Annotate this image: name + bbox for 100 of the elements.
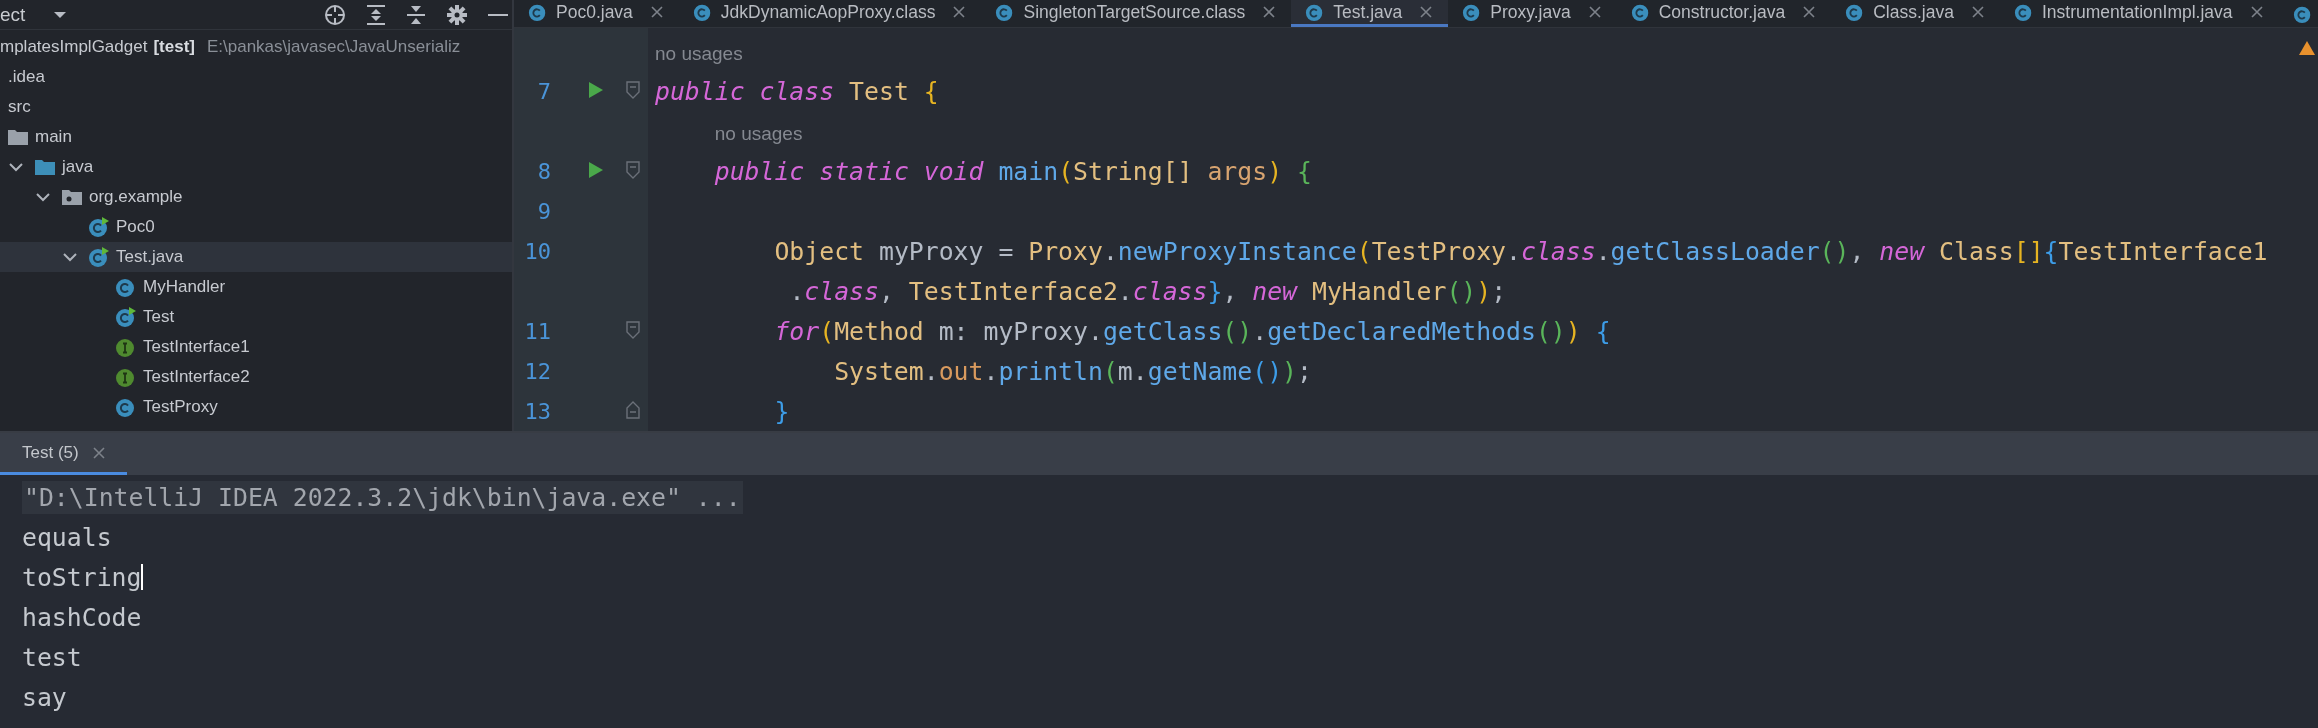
close-icon[interactable] (1420, 6, 1433, 18)
close-icon[interactable] (1588, 6, 1601, 18)
keyword: class (804, 276, 879, 306)
close-icon[interactable] (953, 6, 966, 18)
close-icon[interactable] (1263, 6, 1276, 18)
run-tab[interactable]: Test (5) (0, 433, 127, 475)
text-cursor (141, 564, 144, 590)
chevron-icon[interactable] (8, 162, 24, 172)
bracket: { (1595, 316, 1611, 346)
console-line: say (22, 682, 67, 712)
tree-item[interactable]: TestInterface1 (143, 337, 250, 357)
editor-tab[interactable]: Poc0.java (514, 0, 679, 27)
console-line: hashCode (22, 602, 142, 632)
close-icon[interactable] (650, 6, 663, 18)
keyword: new (1879, 236, 1925, 266)
type-name: Proxy (1028, 236, 1103, 266)
editor-tab[interactable]: JdkDynamicAopProxy.class (678, 0, 982, 27)
type-name: TestProxy (1371, 236, 1507, 266)
tree-item[interactable]: MyHandler (143, 277, 226, 297)
usage-hint[interactable]: no usages (714, 122, 803, 144)
bracket: } (1207, 276, 1223, 306)
type-name: Test (849, 76, 909, 106)
bracket: ) (1267, 156, 1283, 186)
keyword: for (774, 316, 820, 346)
bracket: ( (1058, 156, 1074, 186)
class-icon (528, 2, 548, 22)
console-line: test (22, 642, 82, 672)
type-name: TestInterface1 (2058, 236, 2268, 266)
project-name[interactable]: mplatesImplGadget (0, 37, 148, 57)
keyword: void (923, 156, 984, 186)
line-number: 10 (523, 238, 551, 264)
close-icon[interactable] (1971, 6, 1984, 18)
code-text: . (923, 356, 939, 386)
close-icon[interactable] (92, 446, 105, 459)
class-icon (1630, 2, 1651, 22)
settings-icon[interactable] (446, 3, 468, 26)
panel-title[interactable]: ect (0, 3, 26, 26)
bracket: ) (1282, 356, 1298, 386)
editor-tab[interactable]: Constructor.java (1616, 0, 1832, 27)
type-name: Object (774, 236, 864, 266)
tree-item[interactable]: TestInterface2 (143, 367, 250, 387)
code-text: . (789, 276, 805, 306)
bracket: [] (2013, 236, 2044, 266)
warning-icon[interactable] (2298, 40, 2316, 56)
code-text: , (1849, 236, 1865, 266)
tree-item[interactable]: Test (143, 307, 175, 327)
run-icon[interactable] (588, 81, 604, 99)
line-number: 12 (523, 358, 551, 384)
chevron-icon[interactable] (35, 192, 51, 202)
keyword: class (1132, 276, 1208, 306)
chevron-icon[interactable] (62, 252, 78, 262)
console-line: toString (22, 562, 142, 592)
code-text: . (1595, 236, 1611, 266)
tree-item[interactable]: TestProxy (143, 397, 218, 417)
expand-all-icon[interactable] (366, 3, 386, 26)
tree-item[interactable]: Test.java (116, 247, 184, 267)
code-text: , (878, 276, 894, 306)
fold-icon[interactable] (626, 161, 640, 179)
editor-tab[interactable]: Class.java (1831, 0, 2000, 27)
caret-icon[interactable] (53, 10, 68, 19)
parameter-name: args (1207, 156, 1268, 186)
fold-icon[interactable] (626, 321, 640, 339)
bracket: ( (1356, 236, 1372, 266)
bracket: () (1252, 356, 1283, 386)
tree-item[interactable]: main (35, 127, 72, 147)
class-icon (692, 2, 713, 22)
tree-item[interactable]: src (8, 97, 31, 117)
line-number: 13 (523, 398, 551, 424)
tree-item[interactable]: org.example (89, 187, 183, 207)
bracket: ) (1476, 276, 1492, 306)
line-number: 7 (536, 78, 551, 104)
collapse-all-icon[interactable] (406, 3, 426, 26)
tree-item[interactable]: Poc0 (116, 217, 155, 237)
run-icon[interactable] (588, 161, 604, 179)
usage-hint[interactable]: no usages (655, 42, 743, 64)
line-number: 8 (536, 158, 551, 184)
code-text: . (1102, 236, 1118, 266)
fold-icon[interactable] (626, 81, 640, 99)
code-text: . (1117, 276, 1133, 306)
locate-icon[interactable] (324, 3, 346, 26)
project-path: E:\pankas\javasec\JavaUnserializ (206, 37, 461, 57)
code-text: , (1222, 276, 1238, 306)
tree-item[interactable]: .idea (8, 67, 45, 87)
editor-tab[interactable]: Test.java (1291, 0, 1449, 27)
type-name: System (834, 356, 924, 386)
method-name: getDeclaredMethods (1267, 316, 1536, 346)
tree-item[interactable]: java (62, 157, 94, 177)
editor-tab[interactable]: Proxy.java (1448, 0, 1617, 27)
close-icon[interactable] (1803, 6, 1816, 18)
keyword: class (1521, 236, 1596, 266)
bracket: () (1446, 276, 1477, 306)
close-icon[interactable] (2250, 6, 2263, 18)
bracket: () (1819, 236, 1850, 266)
editor-tab[interactable]: InstrumentationImpl.java (1999, 0, 2279, 27)
code-text: m. (1117, 356, 1148, 386)
fold-icon[interactable] (626, 401, 640, 419)
editor-tab[interactable]: SingletonTargetSource.class (981, 0, 1292, 27)
console-line: equals (22, 522, 112, 552)
method-name: main (998, 156, 1059, 186)
method-name: getClassLoader (1610, 236, 1820, 266)
